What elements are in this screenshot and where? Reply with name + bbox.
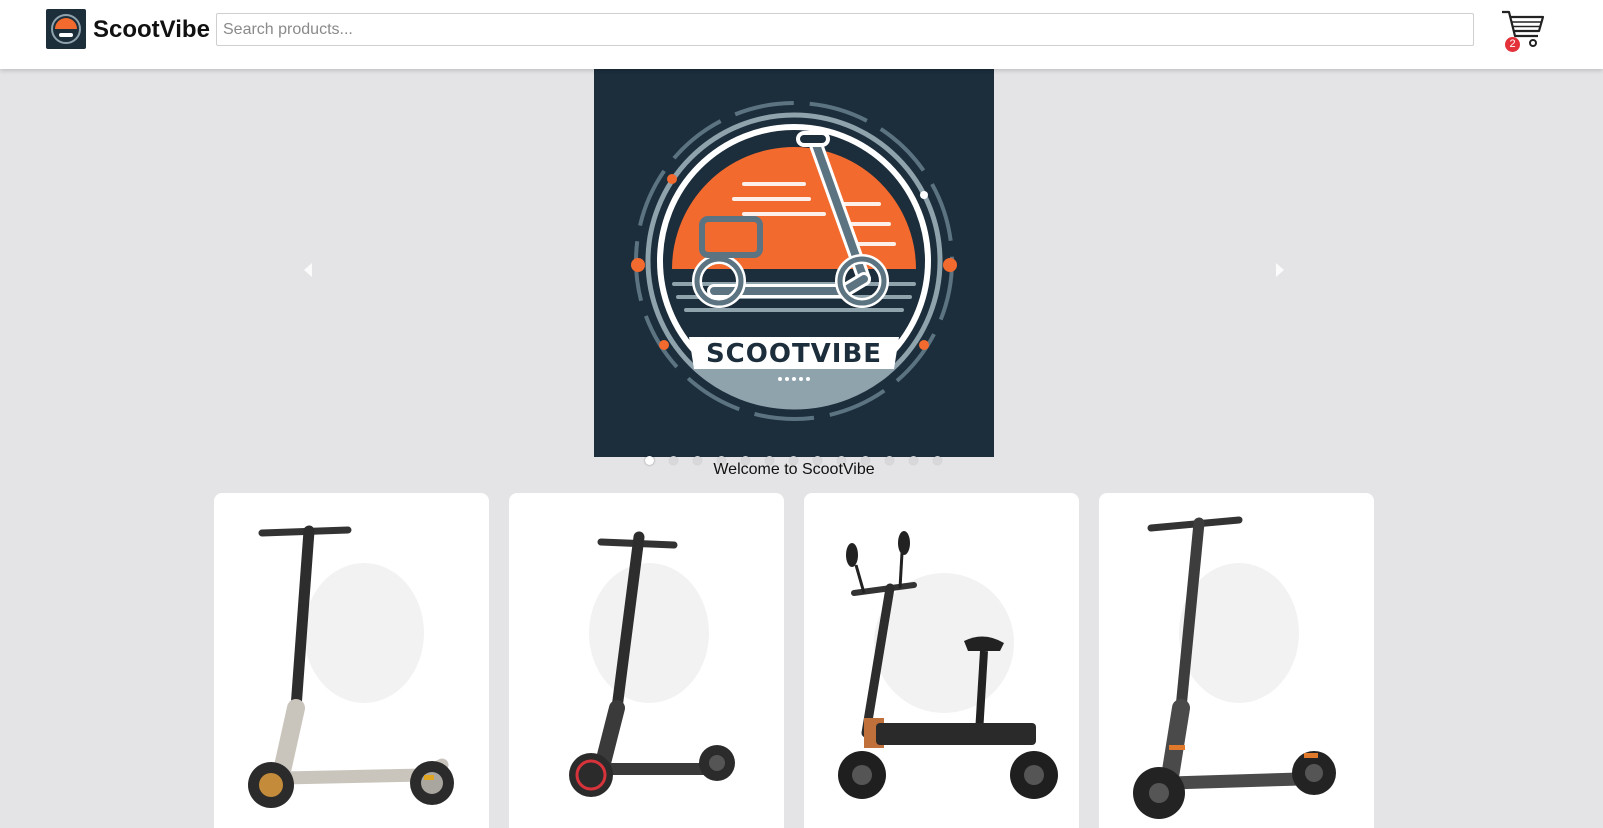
cart-count-badge: 2 [1505, 37, 1520, 52]
carousel-next-arrow-icon[interactable] [1272, 260, 1288, 280]
scooter-image-black [569, 531, 735, 797]
product-card[interactable] [1099, 493, 1374, 828]
hero-carousel-slide: SCOOTVIBE [594, 69, 994, 457]
scooter-image-seated [838, 531, 1058, 799]
scootvibe-logo-image: SCOOTVIBE [594, 69, 994, 457]
product-card[interactable] [214, 493, 489, 828]
brand-logo-icon[interactable] [46, 9, 86, 49]
carousel-caption: Welcome to ScootVibe [713, 461, 875, 478]
hero-logo-text: SCOOTVIBE [706, 339, 882, 369]
brand-name[interactable]: ScootVibe [93, 16, 210, 44]
scooter-image-grey [248, 525, 454, 808]
product-card[interactable] [509, 493, 784, 828]
search-input[interactable] [216, 13, 1474, 46]
top-navbar: ScootVibe 2 [0, 0, 1603, 69]
scooter-image-dark-grey [1133, 516, 1336, 819]
carousel-prev-arrow-icon[interactable] [300, 260, 316, 280]
product-card[interactable] [804, 493, 1079, 828]
